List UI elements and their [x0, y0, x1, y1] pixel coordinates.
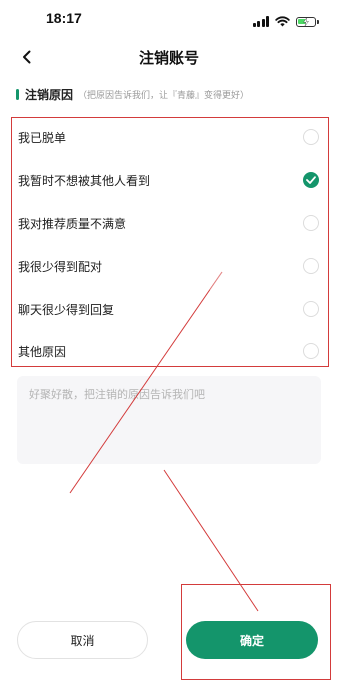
reason-list: 我已脱单 我暂时不想被其他人看到 我对推荐质量不满意 我很少得到配对 聊天很少得…: [11, 117, 329, 367]
checkmark-icon: [306, 176, 316, 184]
reason-label: 其他原因: [18, 345, 67, 359]
radio-checked-icon[interactable]: [303, 172, 319, 188]
reason-option[interactable]: 我很少得到配对: [12, 247, 328, 287]
radio-unchecked-icon[interactable]: [303, 129, 319, 145]
reason-label: 我暂时不想被其他人看到: [18, 174, 151, 188]
reason-label: 我已脱单: [18, 131, 67, 145]
radio-unchecked-icon[interactable]: [303, 215, 319, 231]
confirm-button[interactable]: 确定: [186, 621, 318, 659]
wifi-icon: [275, 12, 290, 31]
status-bar: 18:17: [0, 0, 338, 36]
reason-section-header: 注销原因 （把原因告诉我们，让『青藤』变得更好）: [16, 86, 249, 103]
reason-option[interactable]: 我对推荐质量不满意: [12, 204, 328, 244]
reason-feedback-textarea[interactable]: [17, 376, 321, 464]
battery-charging-icon: [296, 16, 319, 27]
radio-unchecked-icon[interactable]: [303, 343, 319, 359]
reason-label: 我很少得到配对: [18, 260, 103, 274]
reason-label: 我对推荐质量不满意: [18, 217, 127, 231]
radio-unchecked-icon[interactable]: [303, 301, 319, 317]
reason-option[interactable]: 聊天很少得到回复: [12, 290, 328, 330]
page-title: 注销账号: [138, 49, 199, 67]
cellular-signal-icon: [252, 16, 269, 27]
reason-option[interactable]: 我暂时不想被其他人看到: [12, 161, 328, 201]
reason-label: 聊天很少得到回复: [18, 303, 115, 317]
reason-option[interactable]: 其他原因: [12, 332, 328, 372]
section-accent-bar: [16, 89, 19, 100]
section-title: 注销原因: [25, 88, 74, 102]
status-icons: [252, 12, 319, 31]
status-time: 18:17: [46, 10, 82, 26]
navigation-header: 注销账号: [0, 40, 338, 74]
cancel-button[interactable]: 取消: [17, 621, 148, 659]
radio-unchecked-icon[interactable]: [303, 258, 319, 274]
reason-option[interactable]: 我已脱单: [12, 118, 328, 158]
section-hint: （把原因告诉我们，让『青藤』变得更好）: [78, 91, 250, 101]
